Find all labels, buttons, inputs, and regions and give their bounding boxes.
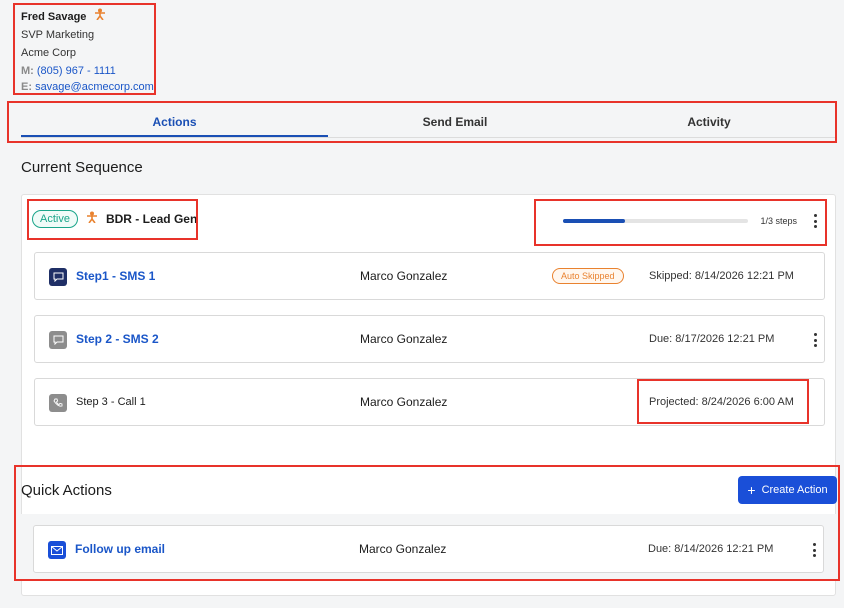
quick-action-date: Due: 8/14/2026 12:21 PM	[648, 543, 774, 555]
mobile-label: M:	[21, 65, 34, 77]
step-title: Step 3 - Call 1	[76, 396, 146, 408]
create-action-label: Create Action	[761, 484, 828, 496]
auto-skipped-badge: Auto Skipped	[552, 268, 624, 284]
contact-title: SVP Marketing	[21, 29, 95, 41]
contact-card: Fred Savage SVP Marketing Acme Corp M: (…	[21, 8, 154, 94]
quick-action-owner: Marco Gonzalez	[359, 542, 447, 556]
step-owner: Marco Gonzalez	[360, 332, 448, 346]
email-icon	[48, 541, 66, 559]
quick-actions-heading: Quick Actions	[21, 482, 112, 499]
tab-bar: Actions Send Email Activity	[21, 108, 836, 138]
plus-icon: +	[747, 482, 756, 498]
step-row[interactable]: Step 3 - Call 1 Marco Gonzalez Projected…	[34, 378, 825, 426]
email-label: E:	[21, 81, 32, 93]
sequence-name[interactable]: BDR - Lead Gen	[106, 212, 197, 226]
tab-activity[interactable]: Activity	[582, 108, 836, 137]
list-item[interactable]: Follow up email Marco Gonzalez Due: 8/14…	[33, 525, 824, 573]
sequence-progress: 1/3 steps	[563, 213, 821, 229]
progress-fill	[563, 219, 626, 223]
phone-icon	[49, 394, 67, 412]
quick-actions-card: Follow up email Marco Gonzalez Due: 8/14…	[21, 514, 836, 580]
person-icon	[86, 210, 98, 228]
tab-actions[interactable]: Actions	[21, 108, 328, 137]
step-owner: Marco Gonzalez	[360, 395, 448, 409]
step-row[interactable]: Step1 - SMS 1 Marco Gonzalez Auto Skippe…	[34, 252, 825, 300]
step-date: Due: 8/17/2026 12:21 PM	[649, 333, 775, 345]
contact-email-link[interactable]: savage@acmecorp.com	[35, 81, 154, 93]
step-date: Skipped: 8/14/2026 12:21 PM	[649, 270, 794, 282]
quick-action-title-link[interactable]: Follow up email	[75, 542, 165, 556]
person-icon	[94, 8, 106, 26]
contact-phone-link[interactable]: (805) 967 - 1111	[37, 65, 116, 77]
more-options-icon[interactable]	[809, 332, 821, 348]
sequence-header: Active BDR - Lead Gen	[32, 210, 197, 228]
status-badge: Active	[32, 210, 78, 228]
progress-bar	[563, 219, 749, 223]
more-options-icon[interactable]	[809, 213, 821, 229]
step-row[interactable]: Step 2 - SMS 2 Marco Gonzalez Due: 8/17/…	[34, 315, 825, 363]
step-title-link[interactable]: Step1 - SMS 1	[76, 269, 155, 283]
step-date: Projected: 8/24/2026 6:00 AM	[649, 396, 794, 408]
create-action-button[interactable]: + Create Action	[738, 476, 837, 504]
contact-company: Acme Corp	[21, 47, 77, 59]
sms-icon	[49, 331, 67, 349]
more-options-icon[interactable]	[808, 542, 820, 558]
step-title-link[interactable]: Step 2 - SMS 2	[76, 332, 159, 346]
current-sequence-heading: Current Sequence	[21, 159, 143, 176]
sms-icon	[49, 268, 67, 286]
tab-send-email[interactable]: Send Email	[328, 108, 582, 137]
steps-count: 1/3 steps	[760, 216, 797, 226]
contact-name: Fred Savage	[21, 11, 87, 23]
step-owner: Marco Gonzalez	[360, 269, 448, 283]
